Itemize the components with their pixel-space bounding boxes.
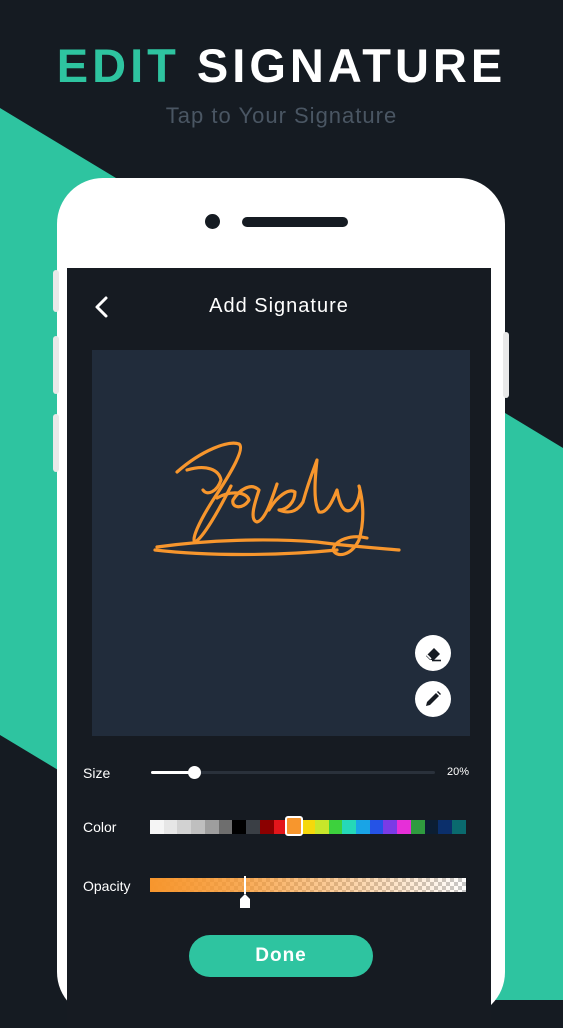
color-swatch[interactable]: [410, 820, 425, 834]
pencil-icon: [426, 691, 441, 706]
color-swatch[interactable]: [259, 820, 274, 834]
color-swatch[interactable]: [314, 820, 329, 834]
color-swatch[interactable]: [452, 820, 466, 834]
color-swatch[interactable]: [191, 820, 205, 834]
color-palette: [150, 820, 466, 834]
color-swatch[interactable]: [424, 820, 439, 834]
selected-color-indicator: [285, 816, 304, 836]
phone-speaker: [242, 217, 348, 227]
color-swatch[interactable]: [204, 820, 219, 834]
size-slider-thumb[interactable]: [187, 766, 201, 779]
phone-side-button: [53, 414, 59, 472]
headline-accent-word: EDIT: [56, 39, 180, 92]
opacity-label: Opacity: [83, 878, 131, 894]
opacity-marker: [243, 876, 246, 894]
eraser-button[interactable]: [415, 635, 451, 671]
opacity-gradient: [150, 878, 466, 892]
color-swatch[interactable]: [397, 820, 411, 834]
color-swatch[interactable]: [369, 820, 384, 834]
phone-camera: [205, 214, 220, 229]
headline-main-word: SIGNATURE: [196, 39, 507, 92]
promo-subtitle: Tap to Your Signature: [165, 103, 398, 128]
size-slider[interactable]: [151, 766, 435, 779]
opacity-handle-icon[interactable]: [239, 894, 250, 908]
promo-headline: EDIT SIGNATURE: [0, 38, 563, 93]
size-value: 20%: [446, 766, 469, 778]
color-swatch[interactable]: [163, 820, 178, 834]
phone-side-button: [503, 332, 509, 398]
app-screen: Add Signature Size 20% Color Opacity Don…: [67, 268, 491, 1028]
color-swatch[interactable]: [150, 820, 164, 834]
color-swatch[interactable]: [438, 820, 453, 834]
screen-title: Add Signature: [209, 295, 349, 317]
eraser-icon: [426, 648, 441, 662]
color-swatch[interactable]: [232, 820, 247, 834]
opacity-slider[interactable]: [150, 876, 466, 894]
color-swatch[interactable]: [301, 820, 315, 834]
done-button[interactable]: Done: [189, 935, 373, 977]
size-label: Size: [83, 765, 111, 781]
color-swatch[interactable]: [177, 820, 192, 834]
color-swatch[interactable]: [342, 820, 357, 834]
signature-canvas[interactable]: [92, 350, 470, 736]
phone-side-button: [53, 336, 59, 394]
color-swatch[interactable]: [383, 820, 398, 834]
signature-drawing: [153, 441, 401, 557]
color-swatch[interactable]: [328, 820, 343, 834]
phone-side-button: [53, 270, 59, 312]
color-swatch[interactable]: [218, 820, 233, 834]
pen-button[interactable]: [415, 681, 451, 717]
phone-frame: Add Signature Size 20% Color Opacity Don…: [53, 178, 509, 1028]
color-swatch[interactable]: [246, 820, 260, 834]
color-label: Color: [83, 819, 117, 835]
color-swatch[interactable]: [356, 820, 370, 834]
